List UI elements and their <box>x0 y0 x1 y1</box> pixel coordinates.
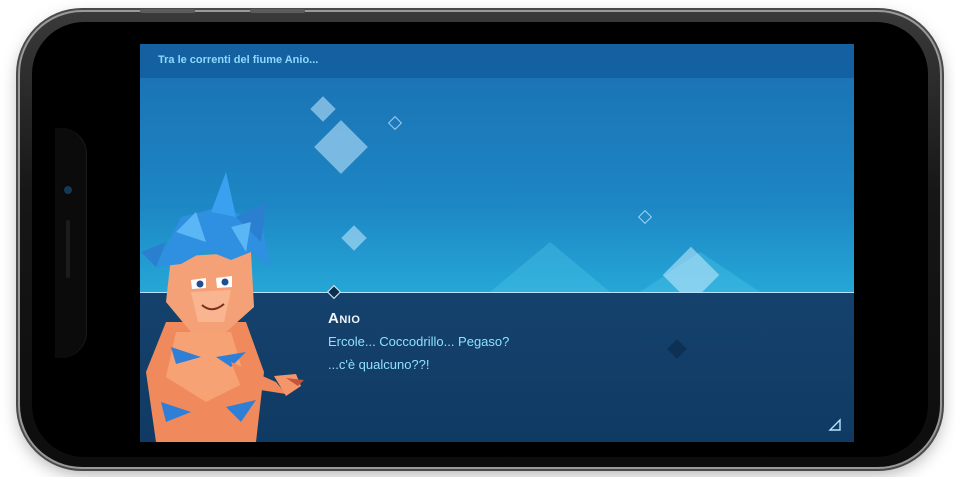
floating-diamond <box>341 225 367 251</box>
floating-diamond-outline <box>387 115 403 131</box>
floating-diamond-outline <box>637 209 653 225</box>
game-screen[interactable]: Tra le correnti del fiume Anio... Anio E… <box>140 44 854 442</box>
dialogue-line-1: Ercole... Coccodrillo... Pegaso? <box>328 334 510 349</box>
floating-diamond <box>314 120 368 174</box>
front-camera <box>64 186 72 194</box>
earpiece-speaker <box>66 220 70 278</box>
power-button <box>250 9 305 13</box>
speaker-name: Anio <box>328 310 361 327</box>
dialogue-line-2: ...c'è qualcuno??! <box>328 357 430 372</box>
scene-title: Tra le correnti del fiume Anio... <box>158 54 319 66</box>
anio-character-portrait <box>141 172 304 442</box>
advance-triangle-icon[interactable] <box>828 418 842 432</box>
background-mountain <box>490 242 610 292</box>
scene-title-bar: Tra le correnti del fiume Anio... <box>140 44 854 78</box>
phone-notch <box>55 128 87 358</box>
volume-button <box>140 9 195 13</box>
floating-diamond <box>310 96 336 122</box>
